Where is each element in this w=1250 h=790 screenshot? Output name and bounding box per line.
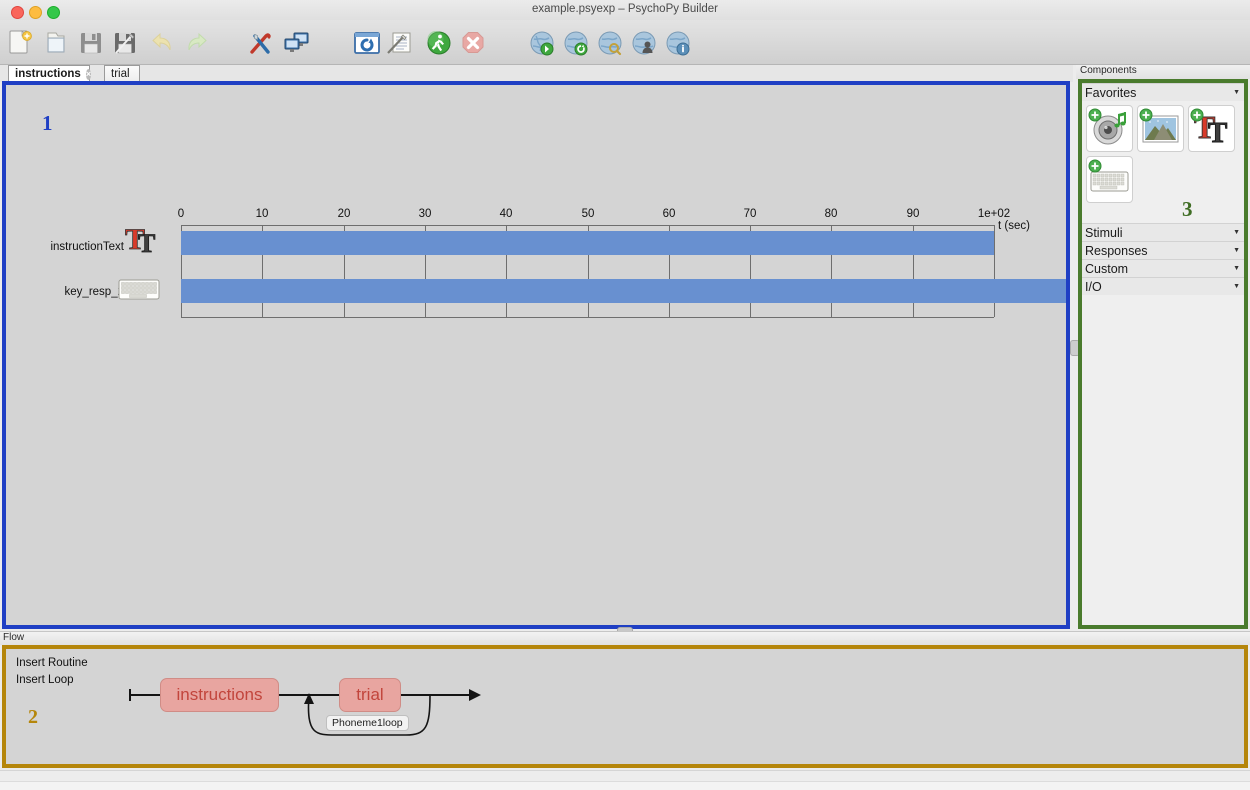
- category-custom[interactable]: Custom ▼: [1082, 259, 1244, 277]
- timeline-tick-label: 60: [662, 208, 676, 220]
- timeline-tick-label: 0: [177, 208, 185, 220]
- routine-box-label: instructions: [176, 685, 263, 704]
- timeline-tick-label: 30: [418, 208, 432, 220]
- save-icon[interactable]: [76, 28, 106, 58]
- timeline-bar-key_resp_2[interactable]: [181, 279, 1066, 303]
- window-title: example.psyexp – PsychoPy Builder: [531, 3, 718, 15]
- sound-component-icon[interactable]: [1086, 105, 1133, 152]
- save-as-icon[interactable]: [110, 28, 140, 58]
- compile-script-icon[interactable]: [352, 28, 382, 58]
- flow-routine-trial[interactable]: trial: [339, 678, 401, 712]
- pavlovia-user-icon[interactable]: [629, 28, 659, 58]
- timeline-tick-label: 80: [824, 208, 838, 220]
- tab-label: trial: [111, 68, 130, 80]
- new-file-icon[interactable]: [5, 28, 35, 58]
- pavlovia-search-icon[interactable]: [595, 28, 625, 58]
- category-io[interactable]: I/O ▼: [1082, 277, 1244, 295]
- chevron-down-icon: ▼: [1233, 229, 1240, 236]
- tab-label: instructions: [15, 68, 81, 80]
- category-label: Favorites: [1085, 85, 1137, 100]
- settings-icon[interactable]: [246, 28, 276, 58]
- keyboard-component-icon[interactable]: [1086, 156, 1133, 203]
- main-toolbar: [0, 20, 1250, 65]
- routine-box-label: trial: [356, 685, 384, 704]
- stop-icon[interactable]: [458, 28, 488, 58]
- chevron-down-icon: ▼: [1233, 265, 1240, 272]
- edit-script-icon[interactable]: [384, 28, 414, 58]
- routine-canvas[interactable]: 1 instructionText T T key_resp_2 0 10 20…: [2, 81, 1070, 629]
- pavlovia-info-icon[interactable]: [663, 28, 693, 58]
- close-icon[interactable]: ×: [85, 68, 92, 80]
- flow-panel-header: Flow: [0, 631, 1250, 645]
- pavlovia-run-icon[interactable]: [527, 28, 557, 58]
- timeline-axis-bottom: [181, 317, 994, 318]
- category-favorites[interactable]: Favorites ▼: [1082, 83, 1244, 101]
- monitor-center-icon[interactable]: [281, 28, 311, 58]
- category-label: Responses: [1085, 243, 1148, 258]
- timeline-tick-label: 20: [337, 208, 351, 220]
- chevron-down-icon: ▼: [1233, 283, 1240, 290]
- psychopy-builder-window: example.psyexp – PsychoPy Builder instru…: [0, 0, 1250, 790]
- flow-routine-instructions[interactable]: instructions: [160, 678, 279, 712]
- timeline-tick-label: 1e+02: [977, 208, 1011, 220]
- category-label: Stimuli: [1085, 225, 1123, 240]
- chevron-down-icon: ▼: [1233, 89, 1240, 96]
- timeline-tick-label: 90: [906, 208, 920, 220]
- category-label: Custom: [1085, 261, 1129, 276]
- open-file-icon[interactable]: [42, 28, 72, 58]
- redo-icon[interactable]: [181, 28, 211, 58]
- flow-loop-phoneme1loop[interactable]: Phoneme1loop: [326, 715, 409, 731]
- pavlovia-sync-icon[interactable]: [561, 28, 591, 58]
- chevron-down-icon: ▼: [1233, 247, 1240, 254]
- timeline-tick-label: 10: [255, 208, 269, 220]
- timeline-axis-caption: t (sec): [998, 220, 1030, 232]
- components-panel-header: Components: [1076, 65, 1250, 79]
- timeline-tick-label: 70: [743, 208, 757, 220]
- status-bar-inner: [0, 781, 1250, 790]
- image-component-icon[interactable]: [1137, 105, 1184, 152]
- timeline-tick-label: 50: [581, 208, 595, 220]
- routine-timeline[interactable]: 0 10 20 30 40 50 60 70 80 90 1e+02 t (sec): [6, 85, 1066, 625]
- favorites-component-grid: T T 3: [1082, 101, 1244, 223]
- timeline-tick-label: 40: [499, 208, 513, 220]
- title-bar: example.psyexp – PsychoPy Builder: [0, 0, 1250, 20]
- components-panel-number: 3: [1182, 197, 1193, 221]
- run-icon[interactable]: [424, 28, 454, 58]
- text-component-icon[interactable]: T T: [1188, 105, 1235, 152]
- status-bar: [0, 770, 1250, 790]
- svg-text:T: T: [1208, 117, 1227, 149]
- tab-instructions[interactable]: instructions ×: [8, 65, 92, 82]
- timeline-gridline: [994, 225, 995, 317]
- category-label: I/O: [1085, 279, 1102, 294]
- tab-trial[interactable]: trial: [104, 65, 140, 82]
- category-stimuli[interactable]: Stimuli ▼: [1082, 223, 1244, 241]
- routine-tab-bar: instructions × trial: [0, 65, 1073, 82]
- category-responses[interactable]: Responses ▼: [1082, 241, 1244, 259]
- flow-canvas[interactable]: Insert Routine Insert Loop 2 instruction…: [2, 645, 1248, 768]
- undo-icon[interactable]: [148, 28, 178, 58]
- components-panel: Favorites ▼ T T 3 Stimuli ▼ Responses ▼ …: [1078, 79, 1248, 629]
- timeline-bar-instructiontext[interactable]: [181, 231, 994, 255]
